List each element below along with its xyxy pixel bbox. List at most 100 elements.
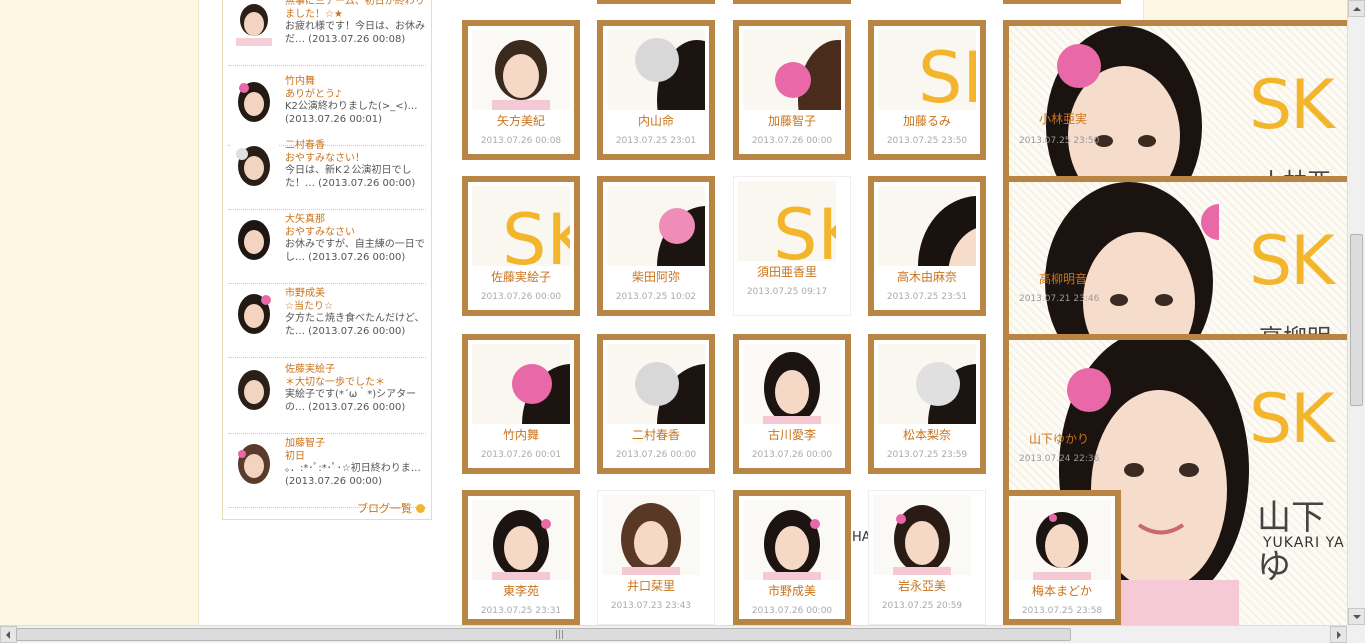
member-date: 2013.07.26 00:08 [480, 136, 562, 146]
blog-entry-title[interactable]: おやすみなさい！ [285, 153, 427, 166]
member-tile[interactable]: SK 加藤るみ 2013.07.25 23:50 [868, 20, 986, 160]
member-tile[interactable]: SK 佐藤実絵子 2013.07.26 00:00 [462, 176, 580, 316]
member-name: 井口栞里 [626, 579, 675, 593]
member-date: 2013.07.26 00:00 [751, 450, 833, 460]
member-photo [1013, 500, 1111, 580]
scroll-thumb[interactable] [1350, 234, 1363, 406]
avatar[interactable] [230, 140, 278, 190]
blog-entry-title[interactable]: 初日 [285, 451, 427, 464]
blog-list-label: ブログ一覧 [357, 502, 412, 515]
svg-text:SK: SK [918, 37, 976, 110]
list-item[interactable]: 無事に三チーム、初日が終わりました！☆★ お疲れ様です！今日は、お休みだ… (2… [228, 0, 426, 66]
member-date: 2013.07.25 10:02 [615, 292, 697, 302]
blog-list-link[interactable]: ブログ一覧 [357, 500, 425, 516]
blog-entry-title[interactable]: おやすみなさい [285, 227, 427, 240]
blog-entry-author[interactable]: 佐藤実絵子 [285, 364, 427, 377]
list-item[interactable]: 佐藤実絵子 ＊大切な一歩でした＊ 実絵子です(*´ω｀*)シアターの… (201… [228, 360, 426, 434]
blog-entry-author[interactable]: 加藤智子 [285, 438, 427, 451]
arrow-left-icon [6, 631, 10, 639]
avatar[interactable] [230, 438, 278, 488]
card-caption-en: YUKARI YA [1263, 535, 1345, 551]
horizontal-scrollbar[interactable]: ||| [0, 625, 1347, 643]
featured-card[interactable]: SK 高柳明 高柳明音 2013.07.21 23:46 [1003, 176, 1347, 340]
blog-entry-body: お疲れ様です！今日は、お休みだ… (2013.07.26 00:08) [285, 21, 425, 45]
member-photo [607, 186, 705, 266]
blog-entry-author[interactable]: 二村春香 [285, 140, 427, 153]
member-tile[interactable]: 高木由麻奈 2013.07.25 23:51 [868, 176, 986, 316]
member-tile[interactable]: 松本梨奈 2013.07.25 23:59 [868, 334, 986, 474]
svg-text:SK: SK [773, 194, 836, 261]
list-item[interactable]: 竹内舞 ありがとう♪ K2公演終わりました(>_<)… (2013.07.26 … [228, 72, 426, 146]
blog-entry-body: 夕方たこ焼き食べたんだけど、た… (2013.07.26 00:00) [285, 313, 425, 337]
member-photo [472, 344, 570, 424]
scroll-left-button[interactable] [0, 626, 17, 643]
member-photo [472, 30, 570, 110]
member-tile[interactable]: 梅本まどか 2013.07.25 23:58 [1003, 490, 1121, 625]
member-tile[interactable]: SK 須田亜香里 2013.07.25 09:17 [733, 176, 851, 316]
member-photo [878, 186, 976, 266]
list-item[interactable]: 加藤智子 初日 。．:*･ﾟ:*･ﾟ･☆初日終わりま… (2013.07.26 … [228, 434, 426, 508]
member-name: 矢方美紀 [496, 114, 545, 128]
member-tile[interactable]: 岩永亞美 2013.07.25 20:59 [868, 490, 986, 625]
member-name: 竹内舞 [502, 428, 539, 442]
member-photo [607, 344, 705, 424]
blog-entry-body: 今日は、新K２公演初日でした！… (2013.07.26 00:00) [285, 165, 416, 189]
member-tile[interactable]: 二村春香 2013.07.26 00:00 [597, 334, 715, 474]
blog-entry-title[interactable]: ありがとう♪ [285, 89, 427, 102]
member-name: 佐藤実絵子 [490, 270, 551, 284]
avatar[interactable] [230, 0, 278, 46]
member-name: 内山命 [637, 114, 674, 128]
blog-entry-body: 実絵子です(*´ω｀*)シアターの… (2013.07.26 00:00) [285, 389, 417, 413]
member-date: 2013.07.26 00:00 [751, 136, 833, 146]
sk-logo: SK [1249, 222, 1335, 301]
scroll-down-button[interactable] [1348, 608, 1365, 625]
member-name: 二村春香 [631, 428, 680, 442]
member-date: 2013.07.23 23:43 [610, 601, 692, 611]
member-tile[interactable]: 加藤智子 2013.07.26 00:00 [733, 20, 851, 160]
blog-sidebar: 無事に三チーム、初日が終わりました！☆★ お疲れ様です！今日は、お休みだ… (2… [222, 0, 432, 520]
scroll-right-button[interactable] [1330, 626, 1347, 643]
member-tile[interactable]: 市野成美 2013.07.26 00:00 [733, 490, 851, 625]
member-name: 加藤智子 [767, 114, 816, 128]
member-date: 2013.07.26 00:00 [480, 292, 562, 302]
list-item[interactable]: 市野成美 ☆当たり☆ 夕方たこ焼き食べたんだけど、た… (2013.07.26 … [228, 284, 426, 358]
scroll-thumb[interactable]: ||| [16, 628, 1071, 641]
blog-entry-title[interactable]: ＊大切な一歩でした＊ [285, 377, 427, 390]
vertical-scrollbar[interactable] [1347, 0, 1365, 625]
blog-entry-author[interactable]: 大矢真那 [285, 214, 427, 227]
page: 無事に三チーム、初日が終わりました！☆★ お疲れ様です！今日は、お休みだ… (2… [0, 0, 1347, 625]
svg-text:SK: SK [502, 199, 570, 266]
member-tile[interactable]: 古川愛李 2013.07.26 00:00 [733, 334, 851, 474]
member-date: 2013.07.25 23:31 [480, 606, 562, 616]
member-name: 市野成美 [767, 584, 816, 598]
member-date: 2013.07.26 00:00 [615, 450, 697, 460]
blog-entry-text: 加藤智子 初日 。．:*･ﾟ:*･ﾟ･☆初日終わりま… (2013.07.26 … [285, 438, 427, 488]
list-item[interactable]: 大矢真那 おやすみなさい お休みですが、自主練の一日でし… (2013.07.2… [228, 210, 426, 284]
arrow-right-icon [1337, 631, 1341, 639]
featured-card[interactable]: SK 小林亜 小林亜実 2013.07.25 23:50 [1003, 20, 1347, 184]
avatar[interactable] [230, 364, 278, 414]
member-tile[interactable]: 矢方美紀 2013.07.26 00:08 [462, 20, 580, 160]
member-tile[interactable]: 竹内舞 2013.07.26 00:01 [462, 334, 580, 474]
blog-entry-author[interactable]: 竹内舞 [285, 76, 427, 89]
member-tile[interactable]: 柴田阿弥 2013.07.25 10:02 [597, 176, 715, 316]
scroll-up-button[interactable] [1348, 0, 1365, 17]
member-tile[interactable]: 井口栞里 2013.07.23 23:43 [597, 490, 715, 625]
blog-entry-body: お休みですが、自主練の一日でし… (2013.07.26 00:00) [285, 239, 425, 263]
blog-entry-title[interactable]: 無事に三チーム、初日が終わりました！☆★ [285, 0, 427, 21]
member-photo: SK [878, 30, 976, 110]
member-date: 2013.07.26 00:01 [480, 450, 562, 460]
avatar[interactable] [230, 214, 278, 264]
blog-entry-author[interactable]: 市野成美 [285, 288, 427, 301]
blog-entry-title[interactable]: ☆当たり☆ [285, 301, 427, 314]
member-tile[interactable]: 内山命 2013.07.25 23:01 [597, 20, 715, 160]
list-item[interactable]: 二村春香 おやすみなさい！ 今日は、新K２公演初日でした！… (2013.07.… [228, 136, 426, 210]
tile-strip [597, 0, 715, 4]
member-tile[interactable]: 東李苑 2013.07.25 23:31 [462, 490, 580, 625]
avatar[interactable] [230, 76, 278, 126]
member-name: 東李苑 [502, 584, 539, 598]
member-name: 須田亜香里 [756, 265, 817, 279]
member-photo: SK [472, 186, 570, 266]
member-name: 小林亜実 [1039, 112, 1088, 126]
avatar[interactable] [230, 288, 278, 338]
